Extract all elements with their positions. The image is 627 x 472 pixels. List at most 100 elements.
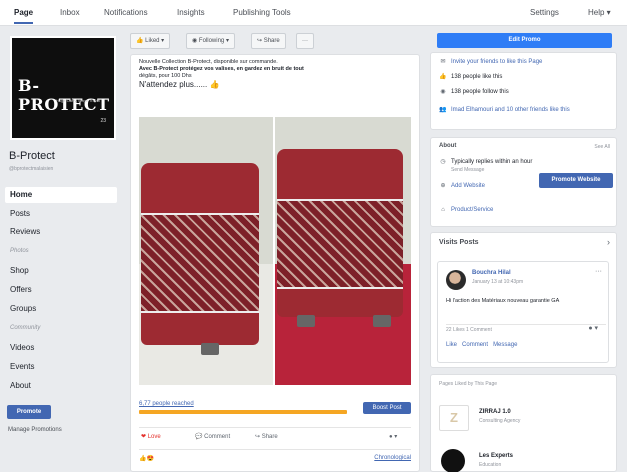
suitcase-cover-right [277, 149, 403, 327]
community-card: ✉ Invite your friends to like this Page 👍… [430, 52, 617, 130]
boost-post-button[interactable]: Boost Post [363, 402, 411, 414]
suitcase-wheel [297, 315, 315, 327]
post-text-line-3: dégâts, pour 100 Dhs [139, 73, 192, 79]
reaction-dropdown[interactable]: ● ▾ [588, 324, 598, 332]
chronological-dropdown[interactable]: Chronological [374, 455, 411, 461]
suitcase-pattern-band [277, 199, 403, 289]
share-post-button[interactable]: ↪ Share [255, 433, 278, 440]
post-photo-right[interactable] [275, 117, 411, 385]
reaction-icons[interactable]: 👍😍 [139, 455, 154, 462]
manage-promotions-link[interactable]: Manage Promotions [8, 427, 62, 433]
liked-button[interactable]: 👍 Liked ▾ [130, 33, 171, 49]
sidebar-item-videos[interactable]: Videos [5, 340, 117, 356]
add-website-row[interactable]: ⊕ Add Website [439, 182, 484, 189]
visitor-posts-title: Visits Posts [439, 239, 479, 246]
follows-row: ◉ 138 people follow this [439, 88, 509, 95]
rss-icon: ◉ [192, 38, 198, 44]
post-actions: ❤ Love 💬 Comment ↪ Share ● ▾ [139, 427, 411, 443]
page-action-bar: 👍 Liked ▾ ◉ Following ▾ ↪ Share ··· [130, 33, 420, 51]
edit-promo-button[interactable]: Edit Promo [437, 33, 612, 48]
tab-page[interactable]: Page [14, 8, 34, 24]
tab-settings[interactable]: Settings [530, 8, 559, 17]
category-row[interactable]: ⌂ Product/Service [439, 207, 493, 213]
sidebar-item-community[interactable]: Community [5, 320, 117, 336]
suitcase-cover-left [141, 163, 259, 355]
sidebar-item-posts[interactable]: Posts [5, 206, 117, 222]
response-time-row: ◷ Typically replies within an hour [439, 158, 532, 165]
visitor-name[interactable]: Bouchra Hilal [472, 270, 511, 276]
page1-avatar[interactable]: Z [439, 405, 469, 431]
promote-button[interactable]: Promote [7, 405, 51, 419]
page1-name[interactable]: ZIRRAJ 1.0 [479, 409, 511, 415]
see-all-link[interactable]: See All [594, 144, 610, 150]
pages-liked-title: Pages Liked by This Page [439, 381, 498, 387]
following-label: Following [198, 38, 225, 44]
post-footer: 👍😍 Chronological [139, 449, 411, 463]
post-photo-left[interactable] [139, 117, 273, 385]
more-options-icon[interactable]: ··· [595, 268, 602, 275]
audience-dropdown[interactable]: ● ▾ [389, 433, 397, 440]
sidebar-item-groups[interactable]: Groups [5, 301, 117, 317]
page-top-bar: Page Inbox Notifications Insights Publis… [0, 0, 627, 26]
chevron-right-icon[interactable]: › [607, 237, 610, 247]
tab-help-label: Help [588, 8, 605, 17]
liked-label: Liked [145, 38, 160, 44]
sidebar-item-home[interactable]: Home [5, 187, 117, 203]
tab-inbox[interactable]: Inbox [60, 8, 80, 17]
following-button[interactable]: ◉ Following ▾ [186, 33, 235, 49]
page2-category: Education [479, 462, 502, 468]
sidebar-item-reviews[interactable]: Reviews [5, 224, 117, 240]
tab-insights[interactable]: Insights [177, 8, 205, 17]
invite-friends-row[interactable]: ✉ Invite your friends to like this Page [439, 58, 542, 65]
page-profile-picture[interactable]: B- PROTECT Huge Carry, Huge Travel 23 [10, 36, 116, 140]
tab-publishing-tools[interactable]: Publishing Tools [233, 8, 291, 17]
tab-notifications[interactable]: Notifications [104, 8, 148, 17]
love-label: Love [147, 434, 161, 440]
avatar[interactable] [446, 270, 466, 290]
about-card: About See All ◷ Typically replies within … [430, 137, 617, 227]
sidebar-item-shop[interactable]: Shop [5, 263, 117, 279]
more-button[interactable]: ··· [296, 33, 314, 49]
post-reach-row: 6,77 people reached Boost Post [139, 400, 411, 414]
suitcase-pattern-band [141, 213, 259, 313]
visitor-message-link[interactable]: Message [493, 342, 517, 348]
sidebar-item-about[interactable]: About [5, 378, 117, 394]
post-text: Nouvelle Collection B-Protect, disponibl… [139, 59, 411, 90]
page-title[interactable]: B-Protect [9, 150, 55, 162]
visitor-date: January 13 at 10:43pm [472, 279, 524, 285]
sidebar-item-offers[interactable]: Offers [5, 282, 117, 298]
likes-count: 138 people like this [451, 74, 503, 80]
response-time: Typically replies within an hour [451, 159, 533, 165]
promote-website-button[interactable]: Promote Website [539, 173, 613, 188]
sidebar-item-photos[interactable]: Photos [5, 243, 117, 259]
share-button[interactable]: ↪ Share [251, 33, 286, 49]
friends-like-text: Imad Elhamouri and 10 other friends like… [451, 107, 570, 113]
thumbs-up-icon: 👍 [136, 38, 144, 44]
tab-help[interactable]: Help ▾ [588, 8, 611, 17]
invite-icon: ✉ [440, 59, 446, 65]
page2-avatar[interactable] [441, 449, 465, 472]
visitor-like-link[interactable]: Like [446, 342, 457, 348]
follows-count: 138 people follow this [451, 89, 509, 95]
comment-button[interactable]: 💬 Comment [195, 433, 230, 440]
friends-like-row[interactable]: 👥 Imad Elhamouri and 10 other friends lik… [439, 106, 615, 113]
send-message-link[interactable]: Send Message [451, 167, 484, 173]
share-post-label: Share [261, 434, 278, 440]
invite-label: Invite your friends to like this Page [451, 59, 543, 65]
visitor-comment-link[interactable]: Comment [462, 342, 488, 348]
post-text-line-4: N'attendez plus...... 👍 [139, 80, 220, 89]
visitor-post: Bouchra Hilal January 13 at 10:43pm ··· … [437, 261, 609, 363]
clock-icon: ◷ [440, 159, 446, 165]
likes-row: 👍 138 people like this [439, 73, 502, 80]
thumbs-up-icon: 👍 [439, 74, 447, 80]
page2-name[interactable]: Les Experts [479, 453, 513, 459]
sidebar-item-events[interactable]: Events [5, 359, 117, 375]
left-sidebar: B- PROTECT Huge Carry, Huge Travel 23 B-… [0, 26, 125, 472]
post-text-line-2: Avec B-Protect protégez vos valises, en … [139, 66, 304, 72]
page1-category: Consulting Agency [479, 418, 521, 424]
logo-text: B- PROTECT [18, 76, 110, 114]
love-button[interactable]: ❤ Love [141, 433, 161, 440]
people-reached-link[interactable]: 6,77 people reached [139, 401, 194, 407]
reach-progress-bar [139, 410, 348, 414]
share-label: Share [263, 38, 280, 44]
